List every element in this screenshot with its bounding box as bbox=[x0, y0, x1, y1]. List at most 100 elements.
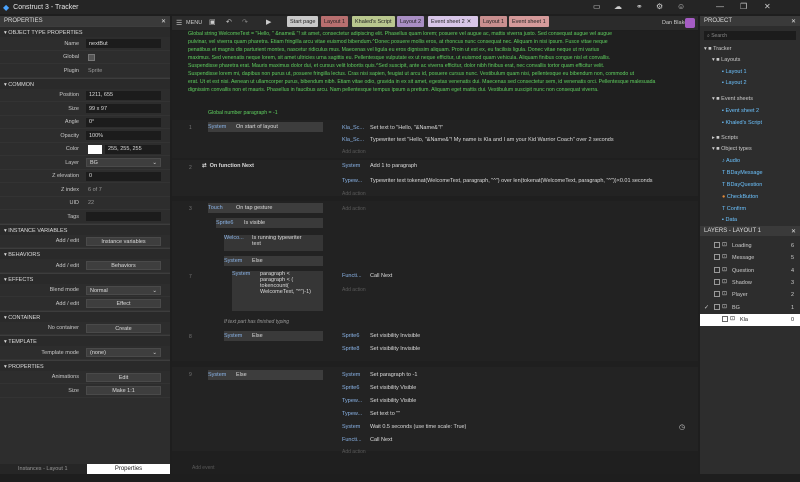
tab-layout-1b[interactable]: Layout 1 bbox=[480, 16, 508, 27]
window-icon[interactable]: ▭ bbox=[593, 2, 601, 11]
section-instance-variables[interactable]: ▾ INSTANCE VARIABLES bbox=[0, 223, 170, 235]
function-header[interactable]: ⇄ On function Next bbox=[202, 161, 322, 171]
tab-layout-1[interactable]: Layout 1 bbox=[321, 16, 349, 27]
tree-item-layout-1[interactable]: ▪ Layout 1 bbox=[722, 69, 747, 75]
behaviors-button[interactable]: Behaviors bbox=[86, 261, 161, 270]
color-field[interactable]: 255, 255, 255 bbox=[105, 144, 161, 154]
add-action-link[interactable]: Add action bbox=[342, 149, 366, 155]
action-text[interactable]: Set visibility Invisible bbox=[370, 346, 420, 352]
condition-text[interactable]: On start of layout bbox=[236, 124, 278, 130]
tree-item-event-sheet-2[interactable]: ▪ Event sheet 2 bbox=[722, 108, 759, 114]
action-text[interactable]: Set visibility Invisible bbox=[370, 333, 420, 339]
global-number-paragraph[interactable]: Global number paragraph = -1 bbox=[208, 110, 278, 118]
action-text[interactable]: Call Next bbox=[370, 273, 392, 279]
action-text[interactable]: Set visibility Visible bbox=[370, 385, 416, 391]
section-container[interactable]: ▾ CONTAINER bbox=[0, 310, 170, 322]
action-text[interactable]: Typewriter text tokenat(WelcomeText, par… bbox=[370, 178, 653, 184]
tree-folder-scripts[interactable]: ▸ ■ Scripts bbox=[712, 135, 738, 141]
share-icon[interactable]: ⚭ bbox=[636, 2, 643, 11]
edit-animations-button[interactable]: Edit bbox=[86, 372, 161, 382]
close-panel-icon[interactable]: ✕ bbox=[161, 18, 166, 25]
global-checkbox[interactable] bbox=[88, 53, 95, 61]
user-name[interactable]: Dan Blake bbox=[662, 20, 687, 26]
tree-item-bdaymessage[interactable]: T BDayMessage bbox=[722, 170, 763, 176]
action-text[interactable]: Set text to "Hello, "&Name&"!" bbox=[370, 125, 443, 131]
layer-select[interactable]: BG ⌄ bbox=[86, 158, 161, 167]
cloud-icon[interactable]: ☁ bbox=[614, 2, 622, 11]
layer-box-icon[interactable] bbox=[714, 291, 720, 298]
lock-icon[interactable]: ⊡ bbox=[730, 315, 735, 322]
opacity-field[interactable]: 100% bbox=[86, 131, 161, 140]
menu-icon[interactable]: ☰ bbox=[176, 19, 182, 27]
restore-icon[interactable]: ❐ bbox=[740, 2, 747, 11]
tab-start-page[interactable]: Start page bbox=[287, 16, 319, 27]
condition-text[interactable]: Else bbox=[252, 258, 263, 264]
settings-icon[interactable]: ⚙ bbox=[656, 2, 663, 11]
global-variable-block[interactable]: Global string WelcomeText = "Hello, " &n… bbox=[188, 31, 696, 95]
minimize-icon[interactable]: — bbox=[716, 2, 724, 11]
template-mode-select[interactable]: (none) ⌄ bbox=[86, 348, 161, 357]
layer-box-icon[interactable] bbox=[714, 303, 720, 310]
add-action-link[interactable]: Add action bbox=[342, 191, 366, 197]
layer-box-icon[interactable] bbox=[722, 315, 728, 322]
size-field[interactable]: 99 x 97 bbox=[86, 104, 161, 113]
tree-folder-layouts[interactable]: ▾ ■ Layouts bbox=[712, 57, 740, 63]
redo-icon[interactable]: ↷ bbox=[242, 18, 248, 26]
close-window-icon[interactable]: ✕ bbox=[764, 2, 771, 11]
condition-text[interactable]: Else bbox=[236, 372, 247, 378]
action-text[interactable]: Add 1 to paragraph bbox=[370, 163, 417, 169]
lock-icon[interactable]: ⊡ bbox=[722, 266, 727, 273]
zelev-field[interactable]: 0 bbox=[86, 171, 161, 181]
create-container-button[interactable]: Create bbox=[86, 323, 161, 333]
color-swatch[interactable] bbox=[88, 144, 102, 154]
tab-instances[interactable]: Instances - Layout 1 bbox=[18, 466, 68, 472]
instance-variables-button[interactable]: Instance variables bbox=[86, 236, 161, 246]
tree-folder-event-sheets[interactable]: ▾ ■ Event sheets bbox=[712, 96, 753, 102]
tree-item-data[interactable]: ▪ Data bbox=[722, 217, 737, 223]
lock-icon[interactable]: ⊡ bbox=[722, 278, 727, 285]
tree-item-bdayquestion[interactable]: T BDayQuestion bbox=[722, 182, 762, 188]
make-1-1-button[interactable]: Make 1:1 bbox=[86, 386, 161, 395]
position-field[interactable]: 1211, 655 bbox=[86, 90, 161, 100]
condition-text[interactable]: On tap gesture bbox=[236, 205, 272, 211]
section-properties[interactable]: ▾ PROPERTIES bbox=[0, 359, 170, 371]
lock-icon[interactable]: ⊡ bbox=[722, 241, 727, 248]
save-icon[interactable]: ▣ bbox=[209, 18, 216, 26]
account-icon[interactable]: ☺ bbox=[677, 2, 685, 11]
add-event-link[interactable]: Add event bbox=[192, 465, 215, 471]
event-sheet-editor[interactable]: Global string WelcomeText = "Hello, " &n… bbox=[172, 31, 698, 474]
layer-row[interactable]: ⊡ Question 4 bbox=[700, 265, 800, 277]
add-action-link[interactable]: Add action bbox=[342, 287, 366, 293]
layer-row[interactable]: ⊡ Message 5 bbox=[700, 252, 800, 264]
layer-box-icon[interactable] bbox=[714, 242, 720, 248]
close-panel-icon[interactable]: ✕ bbox=[791, 228, 796, 235]
condition-text[interactable]: Is visible bbox=[244, 220, 265, 226]
action-text[interactable]: Typewriter text "Hello, "&Name&"! My nam… bbox=[370, 137, 614, 143]
tree-item-audio[interactable]: ♪ Audio bbox=[722, 158, 740, 164]
lock-icon[interactable]: ⊡ bbox=[722, 290, 727, 297]
layer-row[interactable]: ⊡ Player 2 bbox=[700, 289, 800, 301]
undo-icon[interactable]: ↶ bbox=[226, 18, 232, 26]
action-text[interactable]: Set visibility Visible bbox=[370, 398, 416, 404]
layer-box-icon[interactable] bbox=[714, 254, 720, 261]
section-effects[interactable]: ▾ EFFECTS bbox=[0, 272, 170, 284]
close-panel-icon[interactable]: ✕ bbox=[791, 18, 796, 25]
tags-field[interactable] bbox=[86, 212, 161, 221]
layer-row[interactable]: ⊡ Shadow 3 bbox=[700, 277, 800, 289]
tab-khaleds-script[interactable]: Khaled's Script bbox=[352, 16, 395, 27]
angle-field[interactable]: 0° bbox=[86, 117, 161, 127]
action-text[interactable]: Set text to "" bbox=[370, 411, 400, 417]
section-template[interactable]: ▾ TEMPLATE bbox=[0, 335, 170, 346]
lock-icon[interactable]: ⊡ bbox=[722, 253, 727, 260]
menu-button[interactable]: MENU bbox=[186, 20, 202, 26]
action-text[interactable]: Call Next bbox=[370, 437, 392, 443]
comment[interactable]: If text part has finished typing bbox=[224, 319, 289, 325]
action-text[interactable]: Wait 0.5 seconds (use time scale: True) bbox=[370, 424, 466, 430]
tab-properties[interactable]: Properties bbox=[87, 464, 170, 474]
condition-text[interactable]: Else bbox=[252, 333, 263, 339]
effects-button[interactable]: Effect bbox=[86, 299, 161, 308]
layer-row[interactable]: ⊡ Loading 6 bbox=[700, 240, 800, 252]
tree-root[interactable]: ▾ ■ Tracker bbox=[704, 46, 732, 52]
tree-item-confirm[interactable]: T Confirm bbox=[722, 206, 746, 212]
action-text[interactable]: Set paragraph to -1 bbox=[370, 372, 417, 378]
